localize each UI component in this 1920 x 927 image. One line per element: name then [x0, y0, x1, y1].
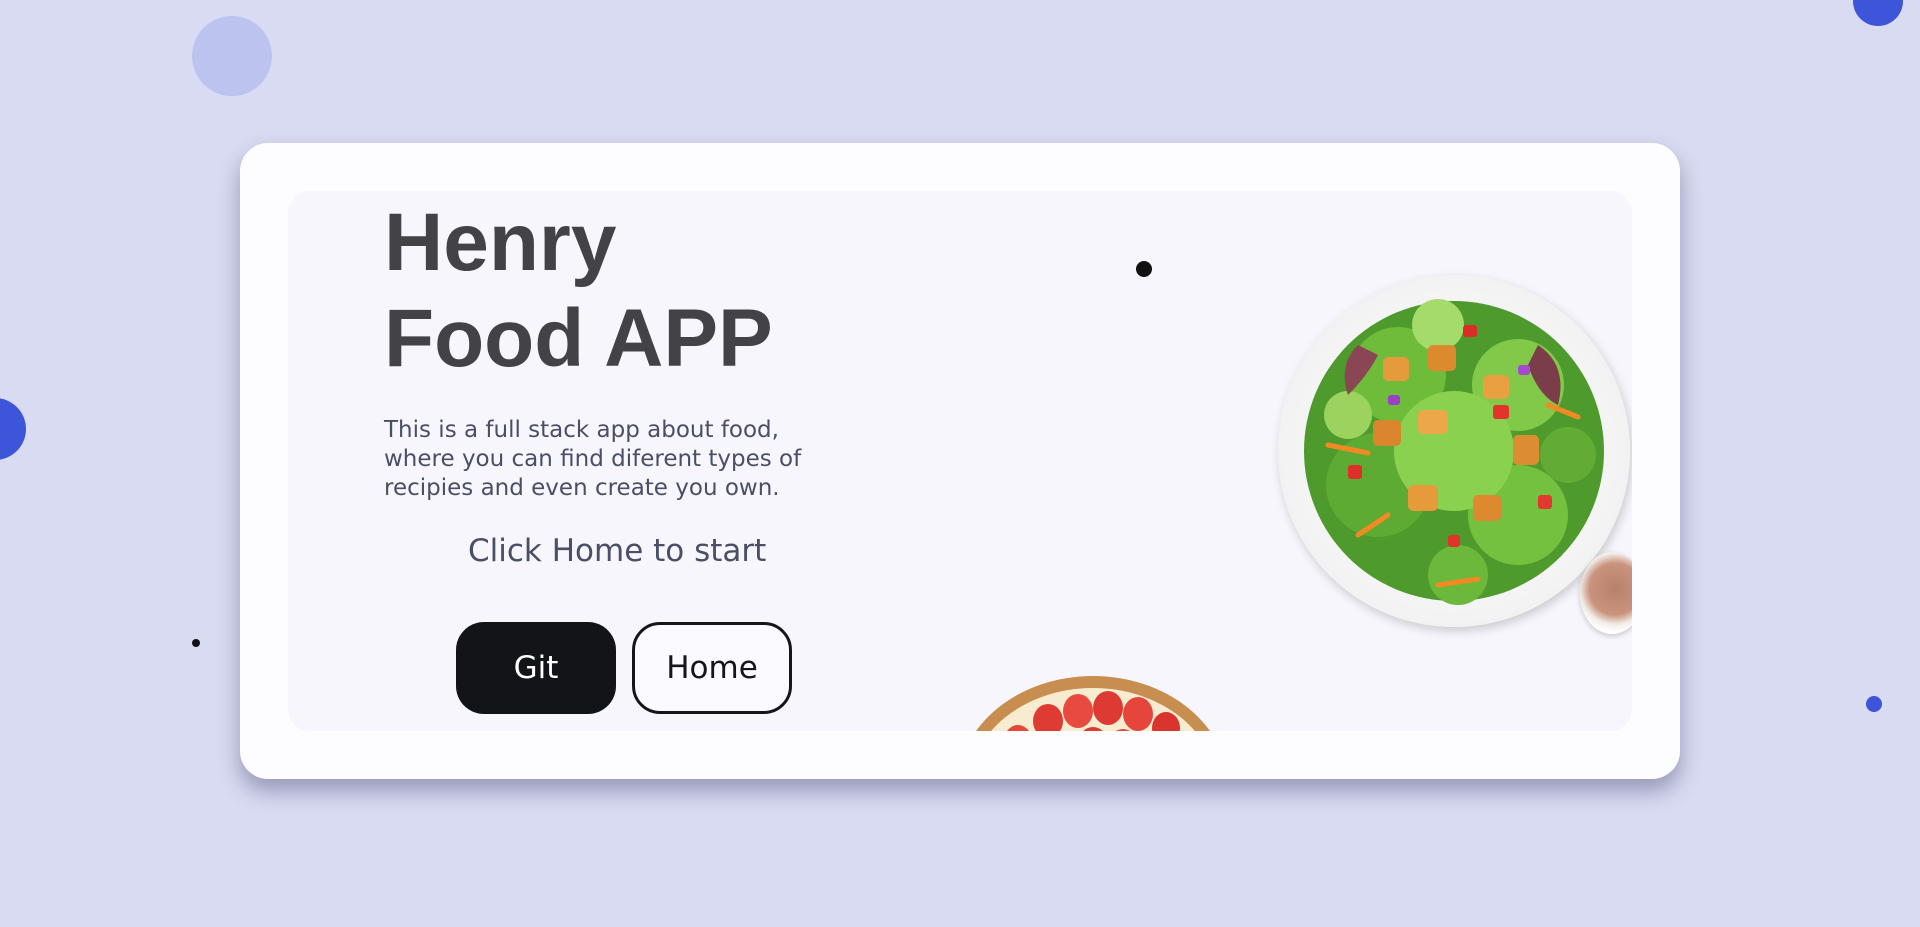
decor-dot	[1136, 261, 1152, 277]
decor-dot-left	[192, 639, 200, 647]
strawberry-pie-image	[976, 676, 1210, 731]
app-title: Henry Food APP	[384, 197, 773, 384]
git-button[interactable]: Git	[456, 622, 616, 714]
landing-page: Henry Food APP This is a full stack app …	[0, 0, 1920, 927]
cta-text: Click Home to start	[468, 533, 767, 569]
decor-circle-pale	[192, 16, 272, 96]
dressing-cup-image	[1580, 552, 1632, 634]
landing-card-inner: Henry Food APP This is a full stack app …	[288, 191, 1632, 731]
decor-circle-left	[0, 398, 26, 460]
app-description: This is a full stack app about food, whe…	[384, 417, 802, 501]
landing-card: Henry Food APP This is a full stack app …	[240, 143, 1680, 779]
salad-plate-image	[1278, 275, 1630, 627]
home-button[interactable]: Home	[632, 622, 792, 714]
salad-illustration	[1304, 299, 1604, 605]
decor-circle-right	[1866, 696, 1882, 712]
decor-circle-top-right	[1853, 0, 1903, 26]
